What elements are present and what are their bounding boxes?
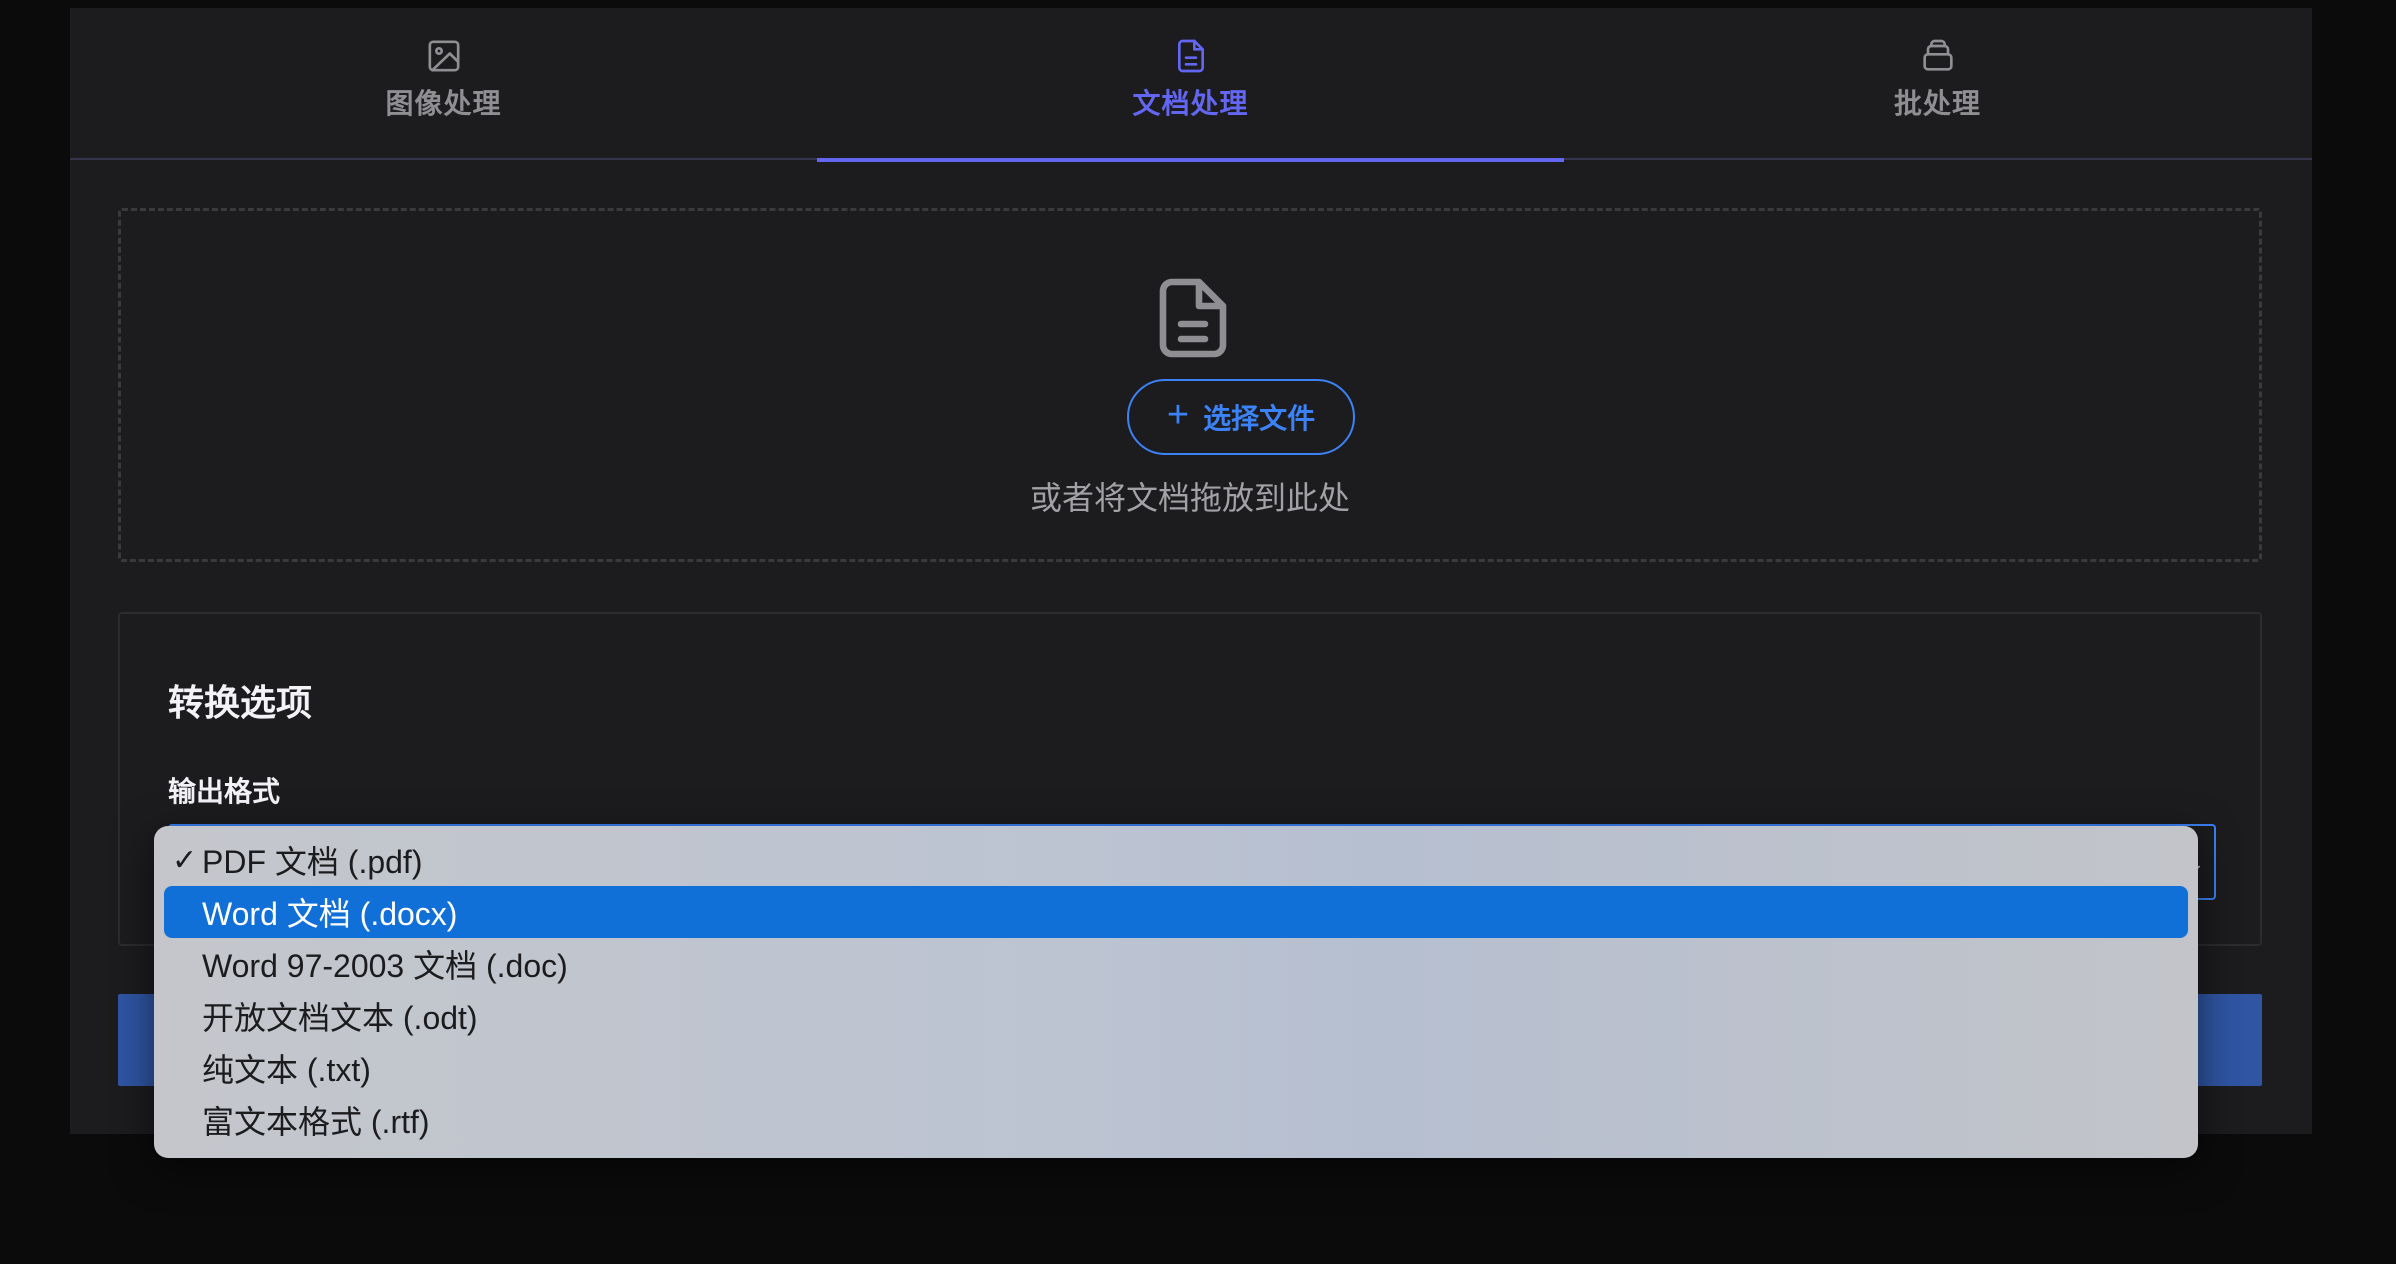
- tab-label: 批处理: [1893, 88, 1981, 119]
- image-icon: [428, 40, 459, 72]
- plus-icon: +: [1166, 394, 1190, 436]
- option-label: Word 文档 (.docx): [202, 896, 458, 932]
- dropdown-option-doc[interactable]: Word 97-2003 文档 (.doc): [164, 938, 2188, 990]
- batch-icon: [1922, 39, 1953, 71]
- file-drop-zone[interactable]: + 选择文件 或者将文档拖放到此处: [118, 208, 2262, 562]
- tab-bar: 图像处理 文档处理 批处理: [70, 8, 2312, 162]
- checkmark-icon: ✓: [172, 843, 198, 877]
- option-label: PDF 文档 (.pdf): [202, 844, 423, 880]
- option-label: Word 97-2003 文档 (.doc): [202, 948, 568, 984]
- tab-batch-processing[interactable]: 批处理: [1564, 8, 2311, 160]
- dropdown-option-pdf[interactable]: ✓ PDF 文档 (.pdf): [164, 834, 2188, 886]
- tab-label: 图像处理: [385, 88, 502, 119]
- dropdown-option-docx[interactable]: Word 文档 (.docx): [164, 886, 2188, 938]
- dropdown-option-txt[interactable]: 纯文本 (.txt): [164, 1042, 2188, 1094]
- options-title: 转换选项: [168, 682, 313, 723]
- tab-document-processing[interactable]: 文档处理: [817, 8, 1564, 162]
- dropdown-option-rtf[interactable]: 富文本格式 (.rtf): [164, 1094, 2188, 1146]
- document-icon: [1177, 39, 1204, 73]
- output-format-dropdown: ✓ PDF 文档 (.pdf) Word 文档 (.docx) Word 97-…: [154, 826, 2198, 1158]
- select-file-label: 选择文件: [1203, 403, 1316, 434]
- drop-hint-text: 或者将文档拖放到此处: [1029, 480, 1350, 516]
- tab-label: 文档处理: [1132, 88, 1249, 119]
- option-label: 富文本格式 (.rtf): [202, 1104, 430, 1140]
- option-label: 纯文本 (.txt): [202, 1052, 371, 1088]
- option-label: 开放文档文本 (.odt): [202, 1000, 478, 1036]
- document-icon: [1159, 278, 1227, 358]
- select-file-button[interactable]: + 选择文件: [1127, 379, 1355, 455]
- output-format-label: 输出格式: [168, 776, 281, 807]
- dropdown-option-odt[interactable]: 开放文档文本 (.odt): [164, 990, 2188, 1042]
- tab-image-processing[interactable]: 图像处理: [70, 8, 817, 160]
